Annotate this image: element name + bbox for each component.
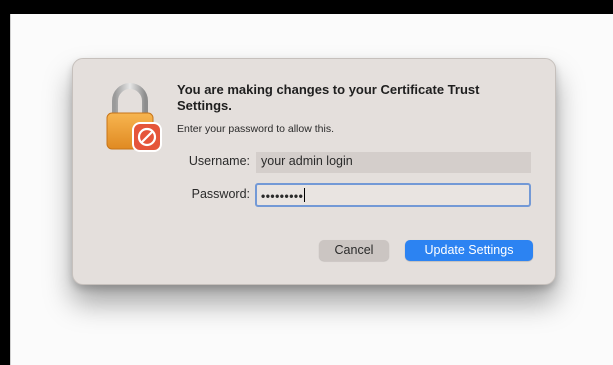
username-value: your admin login	[261, 154, 353, 168]
no-entry-badge-icon	[132, 122, 162, 152]
password-field[interactable]: •••••••••	[255, 183, 531, 207]
username-label: Username:	[188, 154, 250, 168]
authentication-dialog: You are making changes to your Certifica…	[72, 58, 556, 285]
text-caret	[304, 188, 306, 202]
update-settings-button[interactable]: Update Settings	[405, 240, 533, 261]
dialog-subtitle: Enter your password to allow this.	[177, 123, 334, 135]
lock-icon	[106, 83, 162, 152]
cancel-button[interactable]: Cancel	[319, 240, 389, 261]
password-value: •••••••••	[261, 189, 304, 203]
password-label: Password:	[191, 187, 250, 201]
dialog-title: You are making changes to your Certifica…	[177, 82, 480, 113]
username-field[interactable]: your admin login	[256, 152, 531, 173]
